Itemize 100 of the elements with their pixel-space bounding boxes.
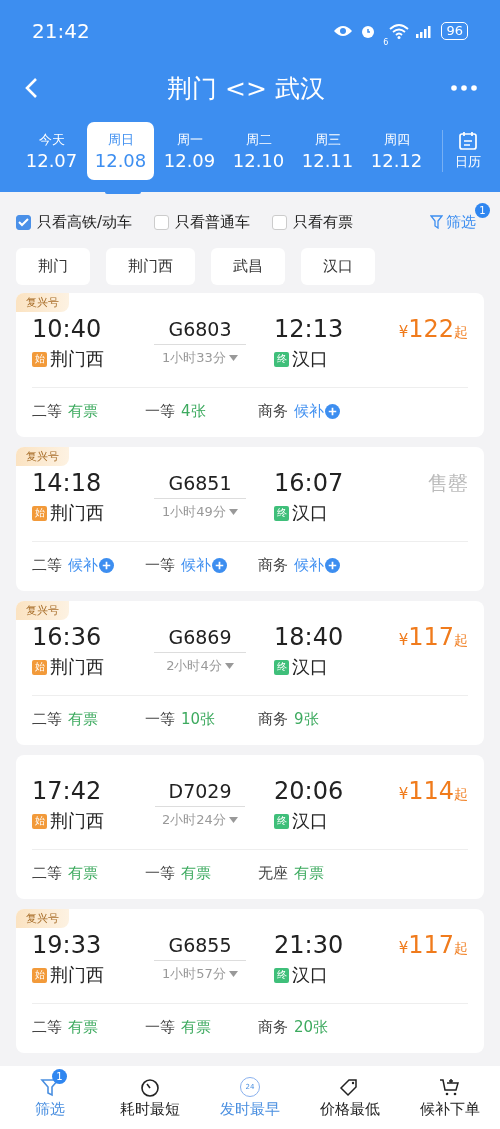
seat-availability: 有票 [68,1017,98,1037]
sort-tab[interactable]: 耗时最短 [100,1066,200,1129]
network-label: 6 [383,37,389,47]
seat-class: 一等 [145,555,175,575]
station-chip[interactable]: 荆门 [16,248,90,285]
seat-class: 二等 [32,555,62,575]
station-chip[interactable]: 武昌 [211,248,285,285]
seat-availability: 9张 [294,709,319,729]
arrival-station: 汉口 [292,347,328,371]
count-badge: 1 [52,1069,67,1084]
more-icon[interactable] [450,84,478,92]
seat-class: 二等 [32,401,62,421]
seat-class: 一等 [145,709,175,729]
date-tab[interactable]: 周二 12.10 [225,122,292,180]
departure-time: 16:36 [32,623,103,651]
seat-class: 二等 [32,1017,62,1037]
train-card[interactable]: 复兴号 19:33 始 荆门西 G6855 1小时57分 21:30 终 汉口 ¥117起 二等 有票 一等 有票 商务 20张 [16,909,484,1053]
seat-class: 一等 [145,1017,175,1037]
terminal-tag: 终 [274,967,289,983]
duration-toggle[interactable]: 1小时49分 [162,503,238,521]
sort-tab[interactable]: 价格最低 [300,1066,400,1129]
train-type-tag: 复兴号 [16,909,69,928]
date-tab[interactable]: 周一 12.09 [156,122,223,180]
timer-icon [140,1076,160,1097]
seat-class: 二等 [32,863,62,883]
checkbox[interactable] [16,214,31,230]
seat-availability: 有票 [181,863,211,883]
dropdown-caret-icon [228,355,238,361]
origin-tag: 始 [32,659,47,675]
plus-icon [99,557,114,573]
seat-availability: 有票 [181,1017,211,1037]
arrival-time: 18:40 [274,623,345,651]
duration-toggle[interactable]: 1小时57分 [162,965,238,983]
terminal-tag: 终 [274,505,289,521]
arrival-time: 20:06 [274,777,345,805]
waitlist-link[interactable]: 候补 [294,401,340,421]
seat-class: 商务 [258,709,288,729]
plus-icon [325,557,340,573]
seat-availability: 有票 [68,863,98,883]
dropdown-caret-icon [228,817,238,823]
train-card[interactable]: 17:42 始 荆门西 D7029 2小时24分 20:06 终 汉口 ¥114起 二等 有票 一等 有票 无座 有票 [16,755,484,899]
cart-icon [439,1076,461,1097]
calendar-button[interactable]: 日历 [455,122,481,180]
departure-station: 荆门西 [50,347,104,371]
duration-toggle[interactable]: 1小时33分 [162,349,238,367]
origin-tag: 始 [32,505,47,521]
plus-icon [325,403,340,419]
seat-availability: 10张 [181,709,216,729]
train-card[interactable]: 复兴号 16:36 始 荆门西 G6869 2小时4分 18:40 终 汉口 ¥117起 二等 有票 一等 10张 商务 9张 [16,601,484,745]
date-tab[interactable]: 周三 12.11 [294,122,361,180]
train-number: G6855 [154,931,246,961]
waitlist-link[interactable]: 候补 [181,555,227,575]
train-card[interactable]: 复兴号 10:40 始 荆门西 G6803 1小时33分 12:13 终 汉口 ¥122起 二等 有票 一等 4张 商务 候补 [16,293,484,437]
date-tab[interactable]: 今天 12.07 [18,122,85,180]
seat-class: 二等 [32,709,62,729]
departure-station: 荆门西 [50,963,104,987]
count-badge: 1 [475,202,490,218]
date-tab[interactable]: 周四 12.12 [363,122,430,180]
dropdown-caret-icon [224,663,234,669]
train-type-tag: 复兴号 [16,601,69,620]
arrival-time: 21:30 [274,931,345,959]
price: ¥114起 [398,777,468,807]
checkbox-label: 只看普通车 [175,212,251,232]
checkbox[interactable] [272,214,288,230]
calendar-icon [458,131,478,151]
dropdown-caret-icon [228,971,238,977]
terminal-tag: 终 [274,351,289,367]
origin-tag: 始 [32,967,47,983]
price: ¥117起 [398,623,468,653]
seat-availability: 有票 [68,401,98,421]
train-type-tag: 复兴号 [16,293,69,312]
departure-time: 10:40 [32,315,103,343]
sort-tab[interactable]: 候补下单 [400,1066,500,1129]
status-time: 21:42 [32,19,91,43]
train-number: G6851 [154,469,246,499]
price: ¥117起 [398,931,468,961]
station-chip[interactable]: 荆门西 [106,248,195,285]
checkbox[interactable] [154,214,170,230]
seat-class: 商务 [258,555,288,575]
seat-class: 商务 [258,401,288,421]
dropdown-caret-icon [228,509,238,515]
waitlist-link[interactable]: 候补 [294,555,340,575]
terminal-tag: 终 [274,659,289,675]
date-tab[interactable]: 周日 12.08 [87,122,154,180]
seat-availability: 20张 [294,1017,329,1037]
train-card[interactable]: 复兴号 14:18 始 荆门西 G6851 1小时49分 16:07 终 汉口 售罄 二等 候补 一等 候补 商务 候补 [16,447,484,591]
sort-tab[interactable]: 筛选 1 [0,1066,100,1129]
seat-availability: 有票 [294,863,324,883]
terminal-tag: 终 [274,813,289,829]
route-title: 荆门 <> 武汉 [166,72,326,105]
battery-level: 96 [441,22,468,40]
duration-toggle[interactable]: 2小时4分 [166,657,234,675]
arrival-time: 16:07 [274,469,345,497]
station-chip[interactable]: 汉口 [301,248,375,285]
train-number: G6803 [154,315,246,345]
checkbox-label: 只看高铁/动车 [37,212,133,232]
arrival-time: 12:13 [274,315,345,343]
seat-class: 无座 [258,863,288,883]
duration-toggle[interactable]: 2小时24分 [162,811,238,829]
waitlist-link[interactable]: 候补 [68,555,114,575]
